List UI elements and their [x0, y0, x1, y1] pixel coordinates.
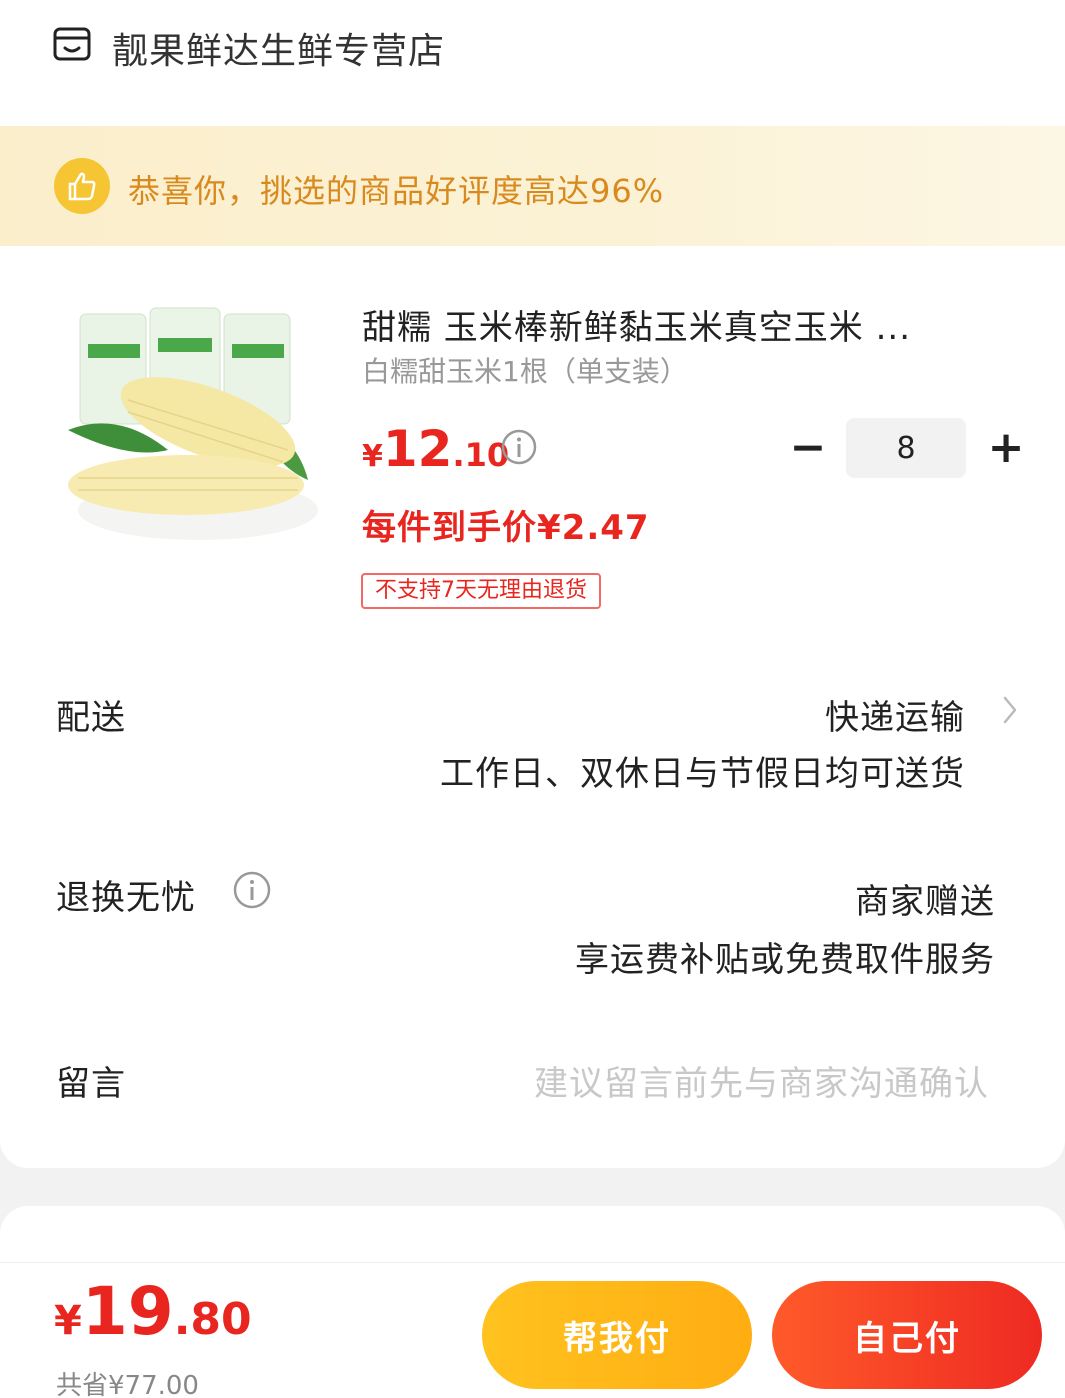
chevron-right-icon: [1003, 696, 1017, 724]
store-name: 靓果鲜达生鲜专营店: [112, 31, 446, 72]
total-integer: 19: [81, 1273, 174, 1350]
total-symbol: ¥: [54, 1298, 82, 1344]
secondary-card: [0, 1206, 1065, 1266]
return-policy-tag: 不支持7天无理由退货: [361, 573, 601, 609]
self-pay-button[interactable]: 自己付: [772, 1281, 1042, 1389]
total-price: ¥19.80: [54, 1273, 252, 1350]
product-spec[interactable]: 白糯甜玉米1根（单支装）: [362, 350, 688, 390]
returns-label: 退换无忧: [56, 878, 196, 918]
thumbs-up-icon: [54, 158, 110, 214]
help-pay-button[interactable]: 帮我付: [482, 1281, 752, 1389]
store-icon: [53, 27, 91, 61]
product-price: ¥12.10: [362, 420, 509, 478]
unit-price: 每件到手价¥2.47: [362, 508, 650, 548]
returns-info-icon[interactable]: [232, 870, 272, 910]
praise-banner: 恭喜你，挑选的商品好评度高达96%: [0, 126, 1065, 246]
saved-amount: 共省¥77.00: [56, 1371, 199, 1398]
store-header[interactable]: 靓果鲜达生鲜专营店: [0, 0, 1065, 126]
banner-text: 恭喜你，挑选的商品好评度高达96%: [128, 172, 665, 210]
quantity-increase-button[interactable]: +: [986, 426, 1026, 470]
remark-label: 留言: [56, 1064, 126, 1104]
delivery-note: 工作日、双休日与节假日均可送货: [440, 754, 965, 794]
returns-note: 享运费补贴或免费取件服务: [575, 940, 995, 980]
quantity-decrease-button[interactable]: −: [788, 426, 828, 470]
price-symbol: ¥: [362, 439, 383, 474]
order-card: 靓果鲜达生鲜专营店 恭喜你，挑选的商品好评度高达96% 甜糯 玉米棒新鲜黏玉米真…: [0, 0, 1065, 1168]
returns-value: 商家赠送: [855, 882, 995, 922]
checkout-bar: ¥19.80 共省¥77.00 帮我付 自己付: [0, 1262, 1065, 1398]
remark-input[interactable]: 建议留言前先与商家沟通确认: [534, 1056, 989, 1105]
quantity-input[interactable]: 8: [846, 418, 966, 478]
total-decimal: .80: [173, 1294, 252, 1345]
price-info-icon[interactable]: [500, 428, 538, 466]
product-image[interactable]: [58, 300, 320, 556]
product-title[interactable]: 甜糯 玉米棒新鲜黏玉米真空玉米 ...: [362, 300, 911, 349]
delivery-label: 配送: [56, 698, 126, 738]
price-integer: 12: [382, 420, 453, 478]
delivery-method: 快递运输: [825, 698, 965, 738]
